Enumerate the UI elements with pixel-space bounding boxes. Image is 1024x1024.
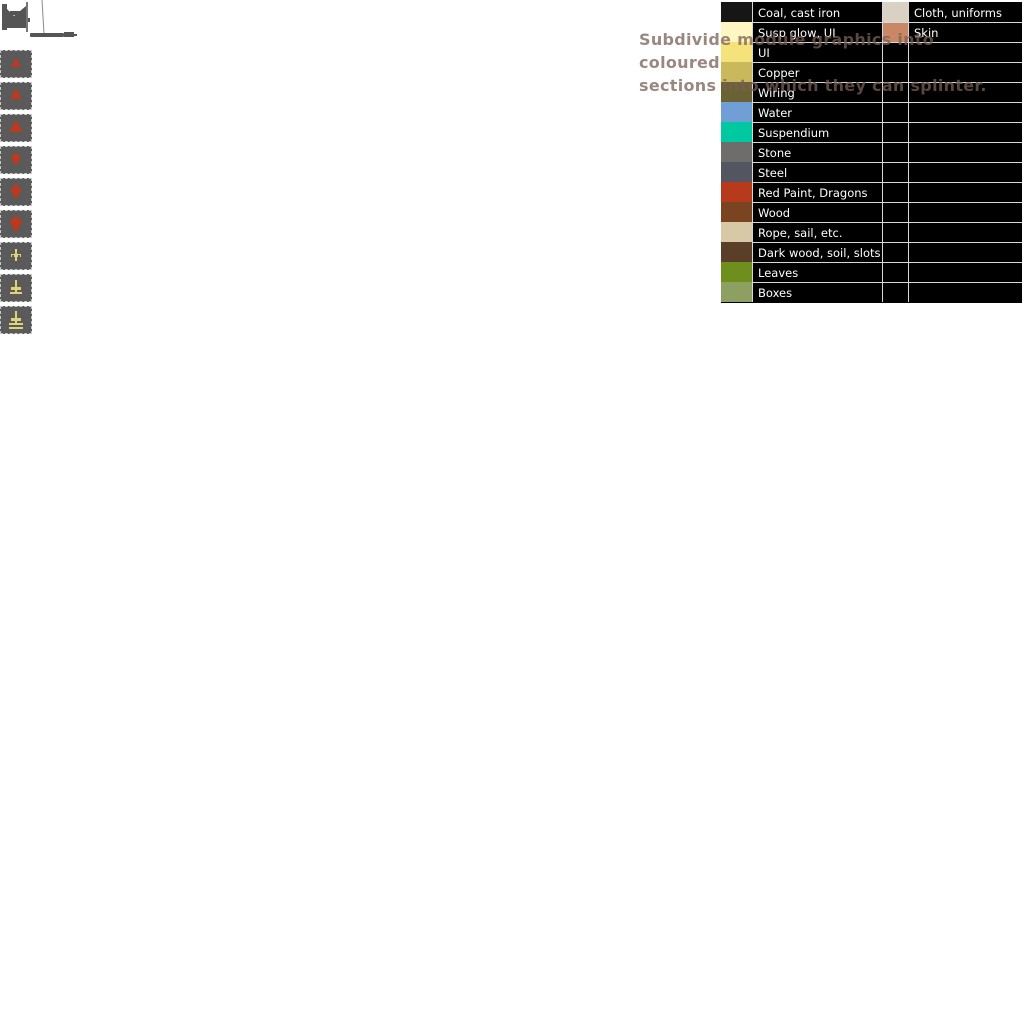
tool-triangle-medium-button[interactable] [0,82,32,110]
tool-splinter-small-button[interactable] [0,242,32,270]
splinter-medium-icon [10,280,22,294]
blob-medium-icon [11,185,21,198]
legend-row-divider [752,62,1022,63]
tool-splinter-medium-button[interactable] [0,274,32,302]
splinter-small-icon [11,249,21,261]
blob-small-icon [11,153,21,164]
legend-label: Susp glow, UI [758,26,836,40]
legend-swatch [882,22,908,42]
legend-swatch [721,42,752,62]
legend-label: Cloth, uniforms [914,6,1002,20]
legend-row-divider [752,242,1022,243]
legend-swatch [721,162,752,182]
legend-label: Coal, cast iron [758,6,841,20]
legend-swatch [721,202,752,222]
legend-label: Leaves [758,266,799,280]
legend-column-divider [882,2,883,302]
legend-swatch [721,2,752,22]
triangle-small-icon [11,57,21,67]
legend-row-divider [752,122,1022,123]
legend-swatch [721,142,752,162]
legend-label: Water [758,106,792,120]
blob-large-icon [10,216,22,231]
triangle-large-icon [9,120,23,132]
legend-swatch [721,242,752,262]
legend-label: Wiring [758,86,795,100]
legend-row-divider [752,202,1022,203]
legend-swatch [721,282,752,302]
legend-row-divider [752,142,1022,143]
legend-swatch [721,102,752,122]
legend-label: Red Paint, Dragons [758,186,868,200]
legend-label: Rope, sail, etc. [758,226,843,240]
legend-label: Steel [758,166,788,180]
legend-swatch [721,62,752,82]
legend-label: Boxes [758,286,793,300]
legend-label: Wood [758,206,791,220]
legend-row-divider [752,22,1022,23]
legend-label: UI [758,46,770,60]
splinter-large-icon [9,311,23,329]
tool-triangle-large-button[interactable] [0,114,32,142]
legend-column-divider [908,2,909,302]
legend-swatch [721,222,752,242]
tool-splinter-large-button[interactable] [0,306,32,334]
construction-crane-icon [2,0,77,37]
legend-row-divider [752,42,1022,43]
legend-label: Suspendium [758,126,830,140]
tool-blob-small-button[interactable] [0,146,32,174]
tool-blob-large-button[interactable] [0,210,32,238]
legend-row-divider [752,162,1022,163]
legend-row-divider [752,282,1022,283]
legend-row-divider [752,262,1022,263]
legend-label: Stone [758,146,792,160]
legend-swatch [721,122,752,142]
legend-row-divider [752,102,1022,103]
legend-label: Copper [758,66,800,80]
legend-swatch [721,82,752,102]
legend-row-divider [752,182,1022,183]
legend-label: Dark wood, soil, slots [758,246,881,260]
legend-swatch [721,262,752,282]
legend-row-divider [752,222,1022,223]
tool-triangle-small-button[interactable] [0,50,32,78]
triangle-medium-icon [10,88,22,99]
legend-swatch [721,22,752,42]
legend-swatch [721,182,752,202]
legend-column-divider [752,2,753,302]
tool-blob-medium-button[interactable] [0,178,32,206]
colour-legend-table: Coal, cast iron Susp glow, UI UI Copper Wiri… [721,2,1022,303]
legend-swatch [882,2,908,22]
legend-label: Skin [914,26,939,40]
legend-row-divider [752,82,1022,83]
